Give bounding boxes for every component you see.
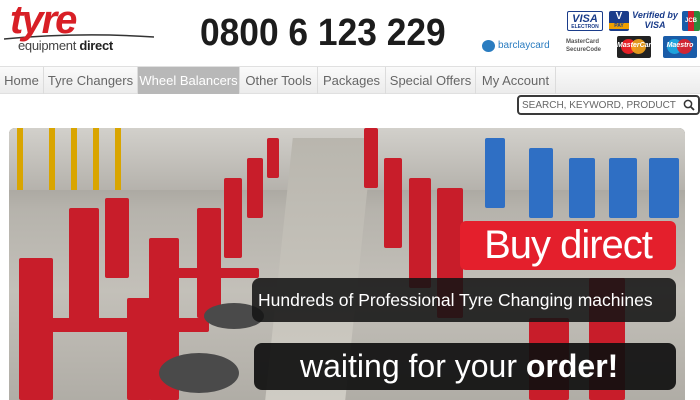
banner-pillar: [71, 128, 77, 190]
securecode-line2: SecureCode: [566, 47, 602, 53]
verified-by-visa-logo: Verified by VISA: [632, 10, 678, 32]
search-input[interactable]: [522, 98, 682, 112]
banner-machine: [19, 258, 53, 400]
phone-number[interactable]: 0800 6 123 229: [200, 12, 446, 55]
banner-line2-bold: order!: [525, 348, 619, 384]
nav-item-wheel-balancers[interactable]: Wheel Balancers: [138, 67, 240, 94]
nav-item-my-account[interactable]: My Account: [476, 67, 556, 94]
visa-sub-text: ELECTRON: [571, 24, 599, 30]
banner-machine: [127, 298, 151, 400]
securecode-line1: MasterCard: [566, 39, 600, 45]
logo-sub-bold: direct: [79, 38, 113, 53]
banner-machine-arm: [49, 318, 209, 332]
nav-item-special-offers[interactable]: Special Offers: [386, 67, 476, 94]
mastercard-text: MasterCard: [617, 42, 651, 49]
banner-machine: [384, 158, 402, 248]
maestro-logo: Maestro: [663, 36, 697, 58]
banner-pillar: [115, 128, 121, 190]
site-header: tyre equipment direct 0800 6 123 229 VIS…: [0, 0, 700, 66]
vpay-logo: V PAY: [609, 11, 629, 31]
verified-line2: VISA: [644, 20, 666, 30]
visa-electron-logo: VISA ELECTRON: [567, 11, 603, 31]
logo[interactable]: tyre equipment direct: [4, 0, 174, 60]
barclaycard-text: barclaycard: [498, 40, 550, 51]
banner-blue-machine: [529, 148, 553, 218]
vpay-sub-text: PAY: [609, 23, 629, 29]
search-box: [517, 95, 700, 115]
logo-sub-text: equipment direct: [18, 38, 113, 53]
banner-pillar: [93, 128, 99, 190]
banner-pillar: [17, 128, 23, 190]
banner-buy-direct: Buy direct: [460, 221, 676, 270]
nav-item-home[interactable]: Home: [0, 67, 44, 94]
logo-main-text: tyre: [10, 0, 77, 42]
banner-line1: Hundreds of Professional Tyre Changing m…: [252, 278, 676, 322]
banner-blue-machine: [609, 158, 637, 218]
banner-machine: [267, 138, 279, 178]
banner-machine: [69, 208, 99, 328]
banner-machine-turntable: [159, 353, 239, 393]
banner-machine: [409, 178, 431, 288]
mastercard-securecode-logo: MasterCard SecureCode: [566, 38, 606, 58]
banner-machine-arm: [159, 268, 259, 278]
barclaycard-logo: barclaycard: [480, 38, 562, 54]
vpay-text: V: [615, 11, 623, 22]
banner-blue-machine: [485, 138, 505, 208]
nav-item-packages[interactable]: Packages: [318, 67, 386, 94]
main-nav: Home Tyre Changers Wheel Balancers Other…: [0, 66, 700, 94]
mastercard-logo: MasterCard: [617, 36, 651, 58]
maestro-text: Maestro: [666, 42, 694, 49]
verified-line1: Verified by: [632, 10, 678, 20]
banner-line2-plain: waiting for your: [300, 348, 526, 384]
search-icon[interactable]: [683, 99, 695, 111]
banner-blue-machine: [569, 158, 595, 218]
banner-machine: [105, 198, 129, 278]
barclaycard-eagle-icon: [482, 40, 495, 52]
hero-banner[interactable]: Buy direct Hundreds of Professional Tyre…: [9, 128, 685, 400]
banner-line2: waiting for your order!: [254, 343, 676, 390]
banner-machine: [364, 128, 378, 188]
nav-item-other-tools[interactable]: Other Tools: [240, 67, 318, 94]
banner-machine: [247, 158, 263, 218]
payment-logos: VISA ELECTRON V PAY Verified by VISA JCB ba…: [480, 8, 700, 64]
banner-pillar: [49, 128, 55, 190]
jcb-logo: JCB: [682, 11, 700, 31]
logo-sub-plain: equipment: [18, 38, 77, 53]
banner-blue-machine: [649, 158, 679, 218]
nav-item-tyre-changers[interactable]: Tyre Changers: [44, 67, 138, 94]
banner-machine: [197, 208, 221, 318]
banner-machine: [224, 178, 242, 258]
